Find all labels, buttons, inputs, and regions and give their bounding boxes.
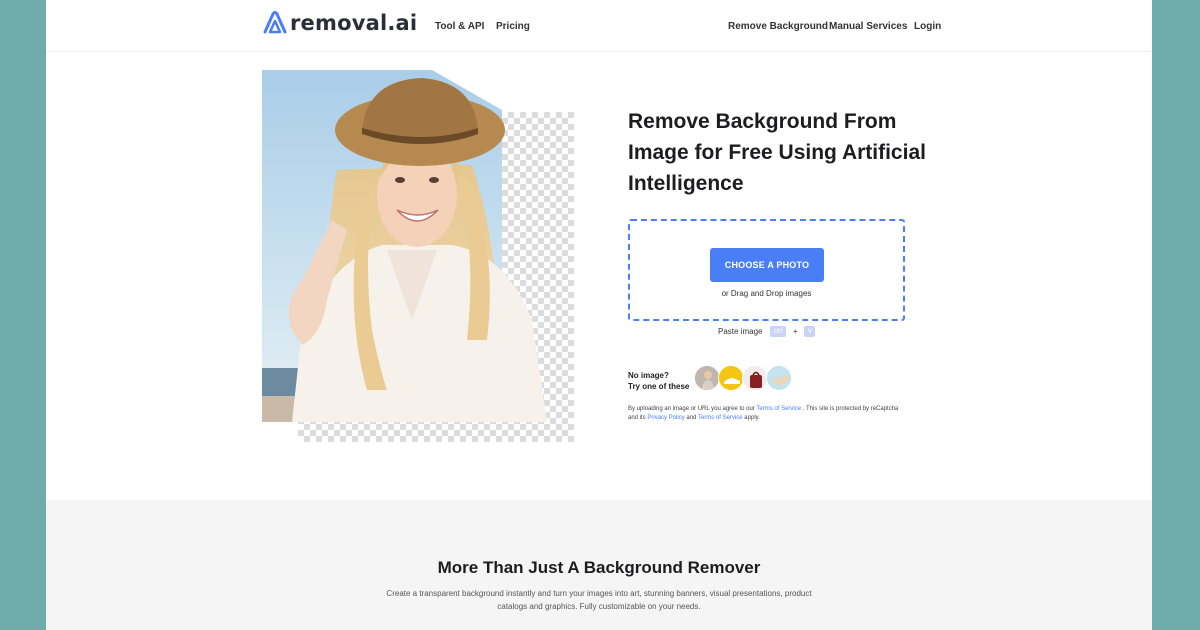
sample-images bbox=[694, 365, 792, 391]
nav-manual-services[interactable]: Manual Services bbox=[829, 21, 907, 32]
features-title: More Than Just A Background Remover bbox=[437, 558, 761, 577]
try-these-text: Try one of these bbox=[628, 382, 690, 391]
sample-image-dog[interactable] bbox=[766, 365, 792, 391]
ctrl-key-badge: ctrl bbox=[770, 326, 786, 337]
terms-of-service-link[interactable]: Terms of Service bbox=[756, 406, 801, 412]
paste-label: Paste image bbox=[718, 327, 763, 336]
terms-text-4: apply. bbox=[742, 415, 760, 421]
nav-remove-background[interactable]: Remove Background bbox=[728, 21, 828, 32]
logo-text: removal.ai bbox=[290, 11, 418, 35]
logo[interactable]: removal.ai bbox=[262, 10, 417, 36]
nav-tool-api[interactable]: Tool & API bbox=[435, 21, 484, 32]
upload-dropzone[interactable]: CHOOSE A PHOTO or Drag and Drop images bbox=[628, 219, 905, 321]
v-key-badge: V bbox=[804, 326, 816, 337]
plus-sign: + bbox=[792, 327, 798, 336]
hero-photo bbox=[262, 70, 562, 422]
terms-text-3: and bbox=[684, 415, 698, 421]
removal-logo-icon bbox=[263, 11, 287, 34]
terms-text-1: By uploading an image or URL you agree t… bbox=[628, 406, 757, 412]
choose-photo-button[interactable]: CHOOSE A PHOTO bbox=[710, 248, 824, 282]
privacy-policy-link[interactable]: Privacy Policy bbox=[647, 415, 684, 421]
terms-of-service-link-2[interactable]: Terms of Service bbox=[698, 415, 743, 421]
sample-image-person[interactable] bbox=[694, 365, 720, 391]
nav-pricing[interactable]: Pricing bbox=[496, 21, 530, 32]
site-header: removal.ai Tool & API Pricing Remove Bac… bbox=[46, 0, 1152, 52]
features-description: Create a transparent background instantl… bbox=[386, 589, 812, 611]
nav-login[interactable]: Login bbox=[914, 21, 941, 32]
sample-image-bag[interactable] bbox=[742, 365, 768, 391]
no-image-text: No image? bbox=[628, 371, 669, 380]
paste-hint: Paste image ctrl + V bbox=[718, 326, 817, 337]
drag-drop-text: or Drag and Drop images bbox=[721, 289, 812, 298]
sample-prompt: No image? Try one of these bbox=[628, 370, 689, 392]
hero-headline: Remove Background From Image for Free Us… bbox=[628, 110, 926, 195]
sample-image-shoe[interactable] bbox=[718, 365, 744, 391]
features-section: More Than Just A Background Remover Crea… bbox=[46, 500, 1152, 630]
page: removal.ai Tool & API Pricing Remove Bac… bbox=[46, 0, 1152, 630]
terms-notice: By uploading an image or URL you agree t… bbox=[628, 405, 903, 423]
